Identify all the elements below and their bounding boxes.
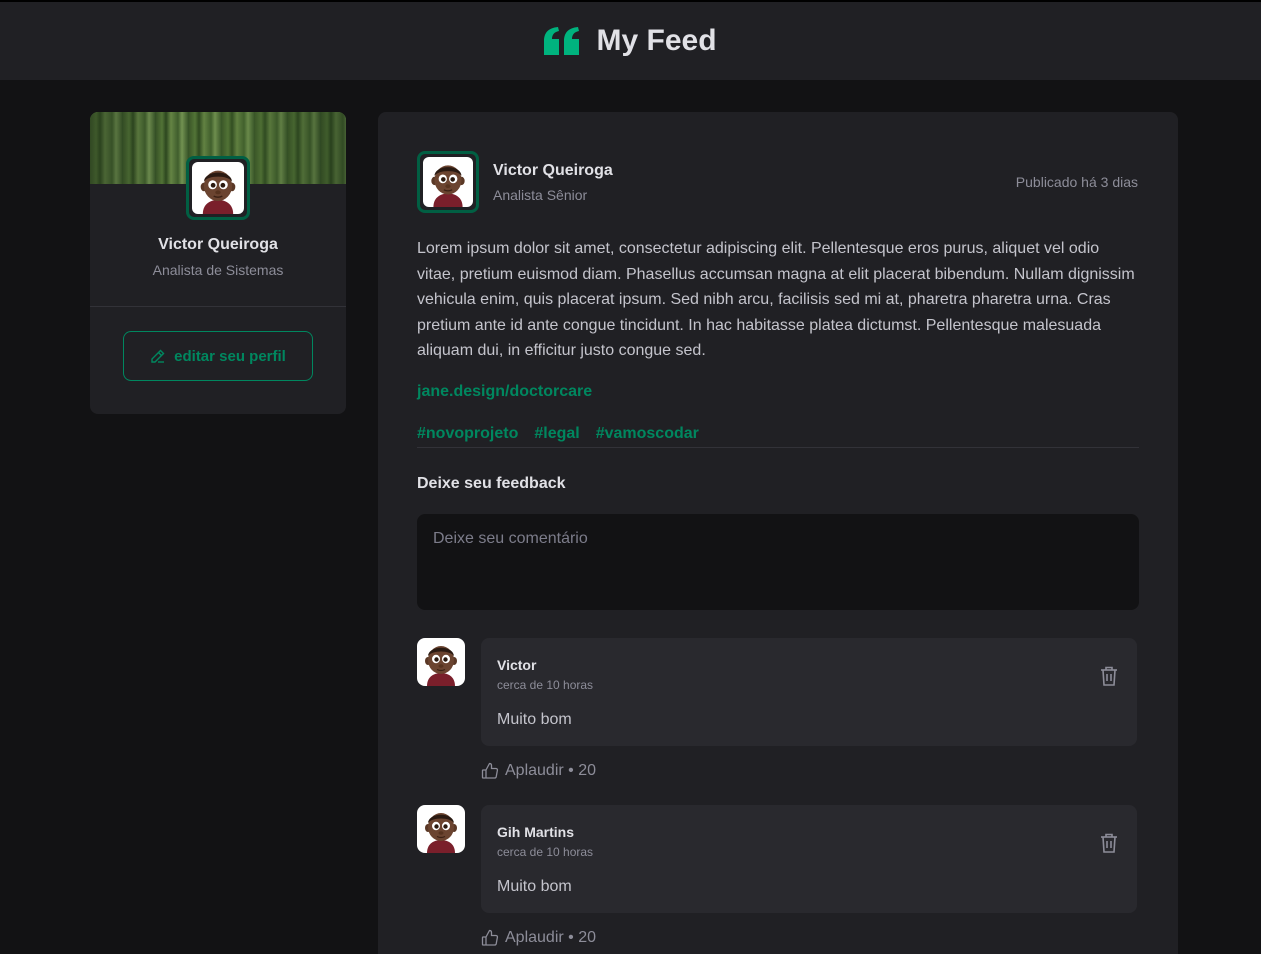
delete-comment-button[interactable]	[1097, 664, 1121, 688]
post-author-name: Victor Queiroga	[493, 162, 613, 179]
post-author-role: Analista Sênior	[493, 187, 588, 203]
divider	[90, 306, 346, 307]
delete-comment-button[interactable]	[1097, 831, 1121, 855]
avatar	[423, 157, 473, 207]
applaud-label: Aplaudir • 20	[505, 762, 596, 779]
comment-text: Muito bom	[497, 711, 572, 728]
post-tags: #novoprojeto #legal #vamoscodar	[417, 425, 699, 443]
comment-input[interactable]	[417, 514, 1139, 610]
edit-profile-label: editar seu perfil	[174, 347, 286, 365]
profile-role: Analista de Sistemas	[152, 262, 284, 278]
pencil-icon	[151, 349, 165, 363]
app-title: My Feed	[596, 24, 717, 57]
comment-text: Muito bom	[497, 878, 572, 895]
comment-avatar[interactable]	[417, 638, 465, 686]
applaud-button[interactable]: Aplaudir • 20	[481, 762, 596, 780]
applaud-button[interactable]: Aplaudir • 20	[481, 929, 596, 947]
feedback-title: Deixe seu feedback	[417, 475, 566, 492]
comment-time: cerca de 10 horas	[497, 678, 594, 692]
profile-avatar[interactable]	[186, 156, 250, 220]
post-author-avatar[interactable]	[417, 151, 479, 213]
thumbs-up-icon	[481, 762, 499, 779]
divider	[417, 447, 1139, 448]
profile-sidebar: Victor Queiroga Analista de Sistemas edi…	[90, 112, 346, 414]
post-link[interactable]: jane.design/doctorcare	[417, 383, 592, 401]
post-published-time: Publicado há 3 dias	[1015, 174, 1138, 190]
comment-box: Victor cerca de 10 horas Muito bom	[481, 638, 1137, 746]
comment-time: cerca de 10 horas	[497, 845, 594, 859]
app-header: My Feed	[0, 0, 1261, 80]
post-card: Victor Queiroga Analista Sênior Publicad…	[378, 112, 1178, 954]
trash-icon	[1101, 666, 1117, 686]
comment-author: Victor	[497, 657, 537, 673]
tag-link[interactable]: #legal	[534, 425, 579, 443]
quote-icon	[544, 27, 580, 55]
profile-name: Victor Queiroga	[158, 236, 278, 253]
post-content: Lorem ipsum dolor sit amet, consectetur …	[417, 240, 1135, 360]
thumbs-up-icon	[481, 929, 499, 946]
comment-box: Gih Martins cerca de 10 horas Muito bom	[481, 805, 1137, 913]
edit-profile-button[interactable]: editar seu perfil	[123, 331, 313, 381]
avatar	[192, 162, 244, 214]
comment-author: Gih Martins	[497, 824, 575, 840]
trash-icon	[1101, 833, 1117, 853]
applaud-label: Aplaudir • 20	[505, 929, 596, 946]
comment-avatar[interactable]	[417, 805, 465, 853]
tag-link[interactable]: #vamoscodar	[596, 425, 699, 443]
tag-link[interactable]: #novoprojeto	[417, 425, 518, 443]
